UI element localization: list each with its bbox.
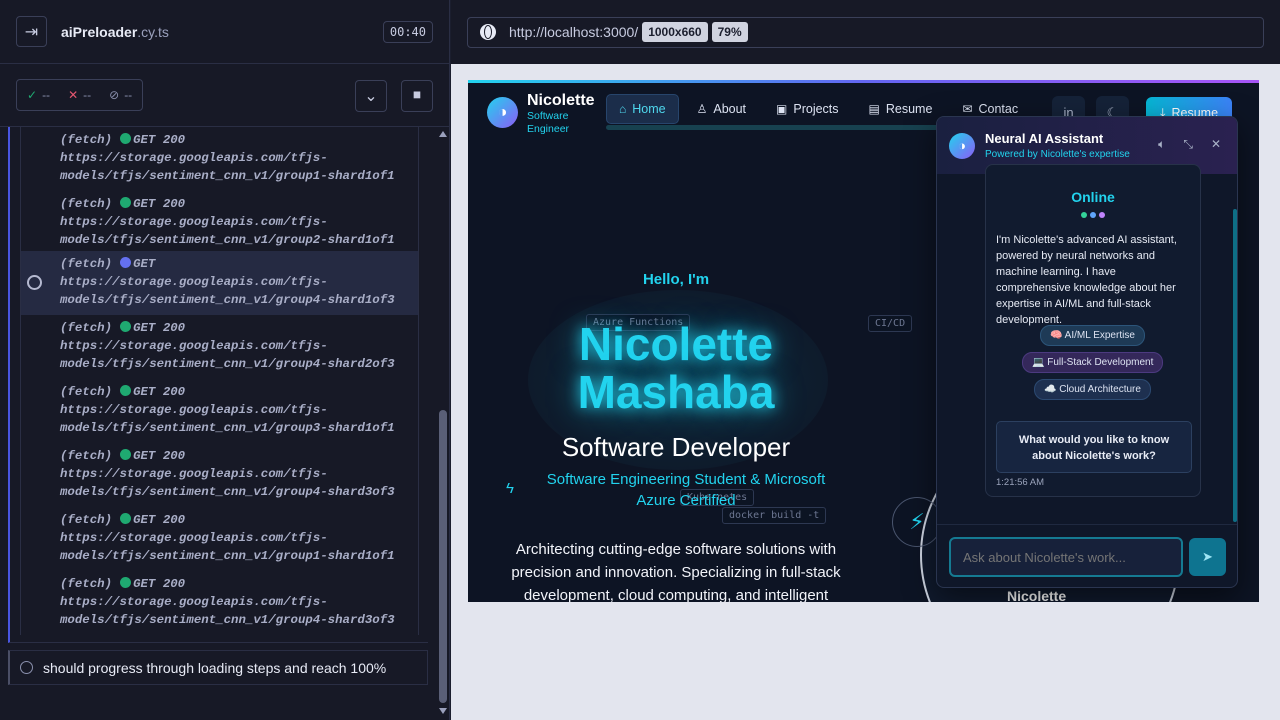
chat-footer: ➤	[937, 524, 1237, 587]
briefcase-icon: ▣	[776, 102, 788, 116]
assistant-message: Online I'm Nicolette's advanced AI assis…	[985, 164, 1201, 497]
hero-greeting: Hello, I'm	[642, 271, 710, 288]
ai-orb-icon: ⚡	[892, 497, 942, 547]
globe-icon	[480, 24, 496, 40]
close-icon[interactable]: ✕	[1211, 137, 1221, 152]
log-entry[interactable]: (fetch) GET 200 https://storage.googleapis…	[20, 507, 419, 571]
log-entry[interactable]: (fetch) GET 200 https://storage.googleapis…	[20, 191, 419, 255]
bolt-icon: ϟ	[506, 480, 514, 497]
send-icon: ➤	[1202, 549, 1213, 564]
chat-scrollbar[interactable]	[1233, 209, 1237, 522]
sidebar-toggle-icon: ⇥	[24, 23, 39, 41]
skip-icon: ⊘	[109, 88, 120, 102]
dot-icon	[1099, 212, 1105, 218]
brand[interactable]: Nicolette Software Engineer	[527, 92, 595, 136]
test-stats: ✓ -- ✕ -- ⊘ --	[16, 79, 144, 111]
typing-dots	[1081, 212, 1105, 218]
scroll-up-icon[interactable]	[439, 131, 447, 137]
pending-stat: ⊘ --	[109, 88, 133, 102]
status-online: Online	[1071, 189, 1115, 205]
hero-tagline: Software Engineering Student & Microsoft…	[546, 471, 826, 509]
url-strip: http://localhost:3000/ 1000x660 79%	[451, 0, 1280, 64]
speaker-icon[interactable]: 🔈︎	[1158, 137, 1165, 152]
log-entry[interactable]: (fetch) GET 200 https://storage.googleapis…	[20, 571, 419, 635]
status-dot-icon	[120, 133, 132, 144]
status-dot-icon	[120, 385, 132, 396]
hero-role: Software Developer	[561, 432, 791, 462]
chat-subtitle: Powered by Nicolette's expertise	[985, 149, 1130, 160]
log-scrollbar[interactable]	[437, 127, 449, 720]
document-icon: ▤	[868, 102, 880, 116]
command-log: (fetch) GET 200 https://storage.googleapis…	[8, 127, 428, 643]
mail-icon: ✉	[962, 102, 973, 116]
stop-icon: ⏹	[412, 87, 421, 104]
assistant-logo-icon: ◑	[949, 132, 975, 159]
check-icon: ✓	[27, 88, 38, 102]
chat-messages: Online I'm Nicolette's advanced AI assis…	[937, 164, 1237, 524]
tag-fullstack[interactable]: 💻 Full-Stack Development	[1022, 352, 1164, 373]
spec-name: aiPreloader.cy.ts	[61, 23, 169, 40]
tag-cloud[interactable]: ☁️ Cloud Architecture	[1034, 379, 1151, 400]
test-title: should progress through loading steps an…	[43, 659, 387, 676]
status-dot-icon	[120, 257, 132, 268]
status-dot-icon	[120, 513, 132, 524]
home-icon: ⌂	[619, 102, 627, 116]
x-icon: ✕	[68, 88, 79, 102]
user-icon: ♙	[696, 102, 708, 116]
message-time: 1:21:56 AM	[996, 477, 1045, 488]
aut-panel: http://localhost:3000/ 1000x660 79% ◑ Ni…	[451, 0, 1280, 720]
log-entry[interactable]: (fetch) GET 200 https://storage.googleapis…	[20, 127, 419, 191]
dot-icon	[1081, 212, 1087, 218]
toggle-specs-button[interactable]: ⇥	[16, 16, 47, 47]
test-title-row[interactable]: should progress through loading steps an…	[8, 650, 428, 685]
log-entry[interactable]: (fetch) GET 200 https://storage.googleapis…	[20, 315, 419, 379]
scroll-thumb[interactable]	[439, 410, 447, 703]
scroll-down-icon[interactable]	[439, 708, 447, 714]
tag-ai-ml[interactable]: 🧠 AI/ML Expertise	[1040, 325, 1145, 346]
status-dot-icon	[120, 449, 132, 460]
loading-spinner-icon	[27, 275, 42, 290]
spec-header: ⇥ aiPreloader.cy.ts 00:40	[0, 0, 449, 64]
intro-text: I'm Nicolette's advanced AI assistant, p…	[996, 234, 1177, 326]
profile-name: Nicolette	[1007, 588, 1067, 602]
log-entry[interactable]: (fetch) GET 200 https://storage.googleapis…	[20, 443, 419, 507]
logo-icon[interactable]: ◑	[487, 97, 518, 128]
passed-stat: ✓ --	[27, 88, 51, 102]
nav-projects[interactable]: ▣ Projects	[764, 94, 851, 124]
zoom-level[interactable]: 79%	[711, 22, 748, 42]
app-under-test: ◑ Nicolette Software Engineer ⌂ Home ♙ Abou…	[468, 80, 1259, 602]
nav-home[interactable]: ⌂ Home	[606, 94, 679, 124]
nav-about[interactable]: ♙ About	[685, 94, 758, 124]
log-entry[interactable]: (fetch) GET 200 https://storage.googleapis…	[20, 379, 419, 443]
hero-name: Nicolette Mashaba	[577, 318, 775, 418]
run-timer: 00:40	[382, 20, 433, 43]
stop-button[interactable]: ⏹	[401, 80, 433, 112]
ai-chat-panel: ◑ Neural AI Assistant Powered by Nicolet…	[936, 116, 1238, 588]
collapse-button[interactable]: ⌄	[355, 80, 387, 112]
runner-panel: ⇥ aiPreloader.cy.ts 00:40 ✓ -- ✕ -- ⊘ -- ⌄ …	[0, 0, 450, 720]
url-bar[interactable]: http://localhost:3000/ 1000x660 79%	[467, 16, 1264, 48]
prompt-question: What would you like to know about Nicole…	[996, 421, 1192, 473]
stats-row: ✓ -- ✕ -- ⊘ -- ⌄ ⏹	[0, 64, 449, 127]
hero-description: Architecting cutting-edge software solut…	[511, 541, 841, 602]
status-dot-icon	[120, 321, 132, 332]
failed-stat: ✕ --	[68, 88, 92, 102]
send-button[interactable]: ➤	[1189, 538, 1226, 576]
nav-resume[interactable]: ▤ Resume	[857, 94, 945, 124]
chat-title: Neural AI Assistant	[985, 131, 1104, 146]
minimize-icon[interactable]: ⤡	[1183, 137, 1193, 152]
status-dot-icon	[120, 197, 132, 208]
running-circle-icon	[20, 661, 33, 674]
chat-input[interactable]	[949, 537, 1183, 577]
dot-icon	[1090, 212, 1096, 218]
url-text[interactable]: http://localhost:3000/	[509, 24, 638, 40]
log-entry[interactable]: (fetch) GET https://storage.googleapis.com…	[20, 251, 419, 315]
viewport-size[interactable]: 1000x660	[642, 22, 708, 42]
nav-progress-line	[606, 125, 946, 130]
chevron-down-icon: ⌄	[364, 88, 378, 105]
status-dot-icon	[120, 577, 132, 588]
